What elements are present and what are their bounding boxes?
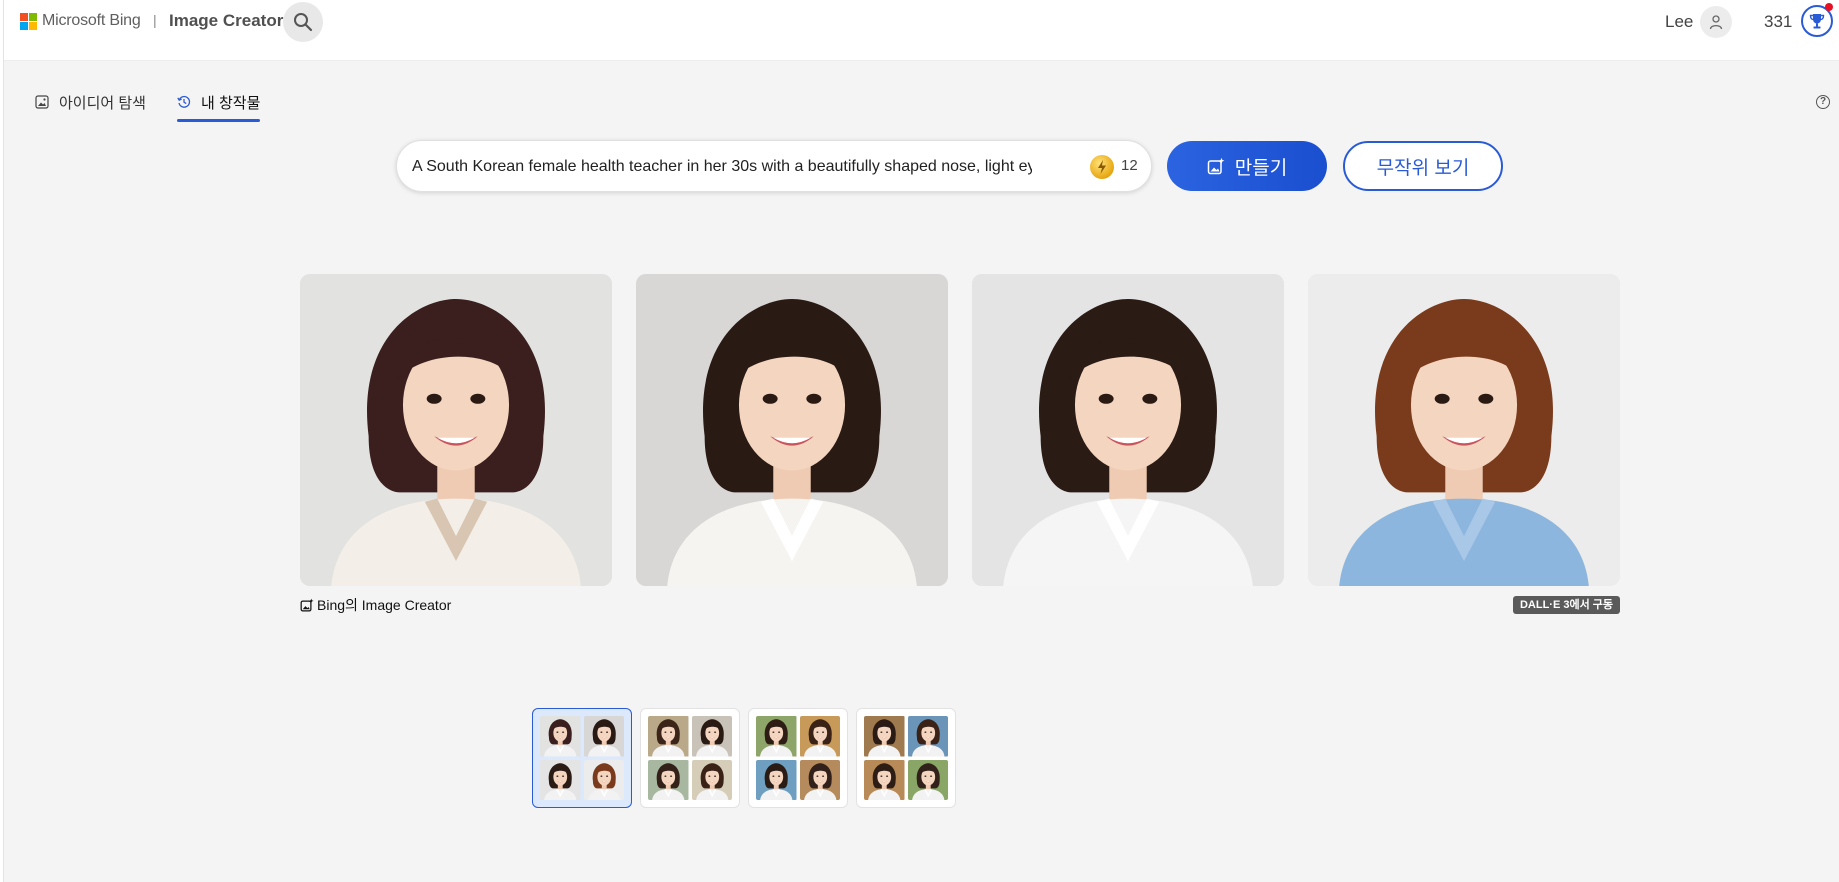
surprise-me-button[interactable]: 무작위 보기 — [1343, 141, 1503, 191]
rewards-points[interactable]: 331 — [1764, 12, 1792, 32]
thumbnail-tile — [864, 759, 905, 800]
rewards-button[interactable] — [1801, 3, 1833, 37]
thumbnail-tile — [907, 716, 948, 757]
history-icon — [177, 95, 191, 108]
thumbnail-tile — [799, 759, 840, 800]
generated-image-3[interactable] — [972, 274, 1284, 586]
search-icon — [294, 13, 313, 32]
thumbnail-tile — [907, 759, 948, 800]
user-avatar[interactable] — [1700, 6, 1732, 38]
history-thumbnail-3[interactable] — [748, 708, 848, 808]
thumbnail-tile — [691, 759, 732, 800]
prompt-box: 12 — [396, 140, 1152, 192]
logo-green-square — [29, 13, 37, 21]
brand-link[interactable]: Microsoft Bing — [42, 12, 141, 30]
search-button[interactable] — [283, 2, 323, 42]
history-thumbnail-4[interactable] — [856, 708, 956, 808]
boost-count: 12 — [1121, 157, 1138, 174]
logo-blue-square — [20, 22, 28, 30]
dalle-badge: DALL·E 3에서 구동 — [1513, 596, 1620, 614]
generated-image-1[interactable] — [300, 274, 612, 586]
notification-dot — [1825, 3, 1833, 11]
prompt-input[interactable] — [412, 155, 1032, 179]
person-icon — [1709, 15, 1723, 30]
window-edge — [0, 0, 4, 882]
thumbnail-tile — [583, 759, 624, 800]
top-header: Microsoft Bing | Image Creator Lee 331 — [4, 0, 1839, 61]
tab-creations-label: 내 창작물 — [201, 95, 261, 112]
generated-image-4[interactable] — [1308, 274, 1620, 586]
logo-yellow-square — [29, 22, 37, 30]
thumbnail-tile — [540, 716, 581, 757]
image-sparkle-icon — [1207, 157, 1225, 175]
brand-separator: | — [153, 12, 157, 28]
generated-image-2[interactable] — [636, 274, 948, 586]
history-thumbnail-2[interactable] — [640, 708, 740, 808]
tab-explore-label: 아이디어 탐색 — [59, 95, 146, 112]
create-button[interactable]: 만들기 — [1167, 141, 1327, 191]
lightning-icon — [1098, 160, 1106, 174]
product-title[interactable]: Image Creator — [169, 11, 283, 31]
image-credit-text: Bing의 Image Creator — [317, 597, 452, 613]
microsoft-logo-icon[interactable] — [20, 13, 37, 30]
thumbnail-tile — [756, 759, 797, 800]
trophy-icon — [1809, 14, 1825, 29]
thumbnail-tile — [648, 716, 689, 757]
thumbnail-tile — [864, 716, 905, 757]
image-icon — [35, 95, 49, 109]
thumbnail-tile — [583, 716, 624, 757]
image-creator-icon — [300, 598, 314, 612]
help-icon[interactable]: ? — [1816, 95, 1830, 109]
thumbnail-tile — [540, 759, 581, 800]
thumbnail-tile — [799, 716, 840, 757]
thumbnail-tile — [648, 759, 689, 800]
tab-my-creations[interactable]: 내 창작물 — [177, 92, 261, 122]
user-name[interactable]: Lee — [1665, 12, 1693, 32]
tab-explore-ideas[interactable]: 아이디어 탐색 — [35, 92, 146, 122]
thumbnail-tile — [756, 716, 797, 757]
logo-red-square — [20, 13, 28, 21]
image-credit: Bing의 Image Creator — [300, 595, 451, 615]
thumbnail-tile — [691, 716, 732, 757]
boost-coin-icon[interactable] — [1090, 155, 1114, 179]
history-thumbnail-1[interactable] — [532, 708, 632, 808]
create-button-label: 만들기 — [1234, 157, 1288, 179]
